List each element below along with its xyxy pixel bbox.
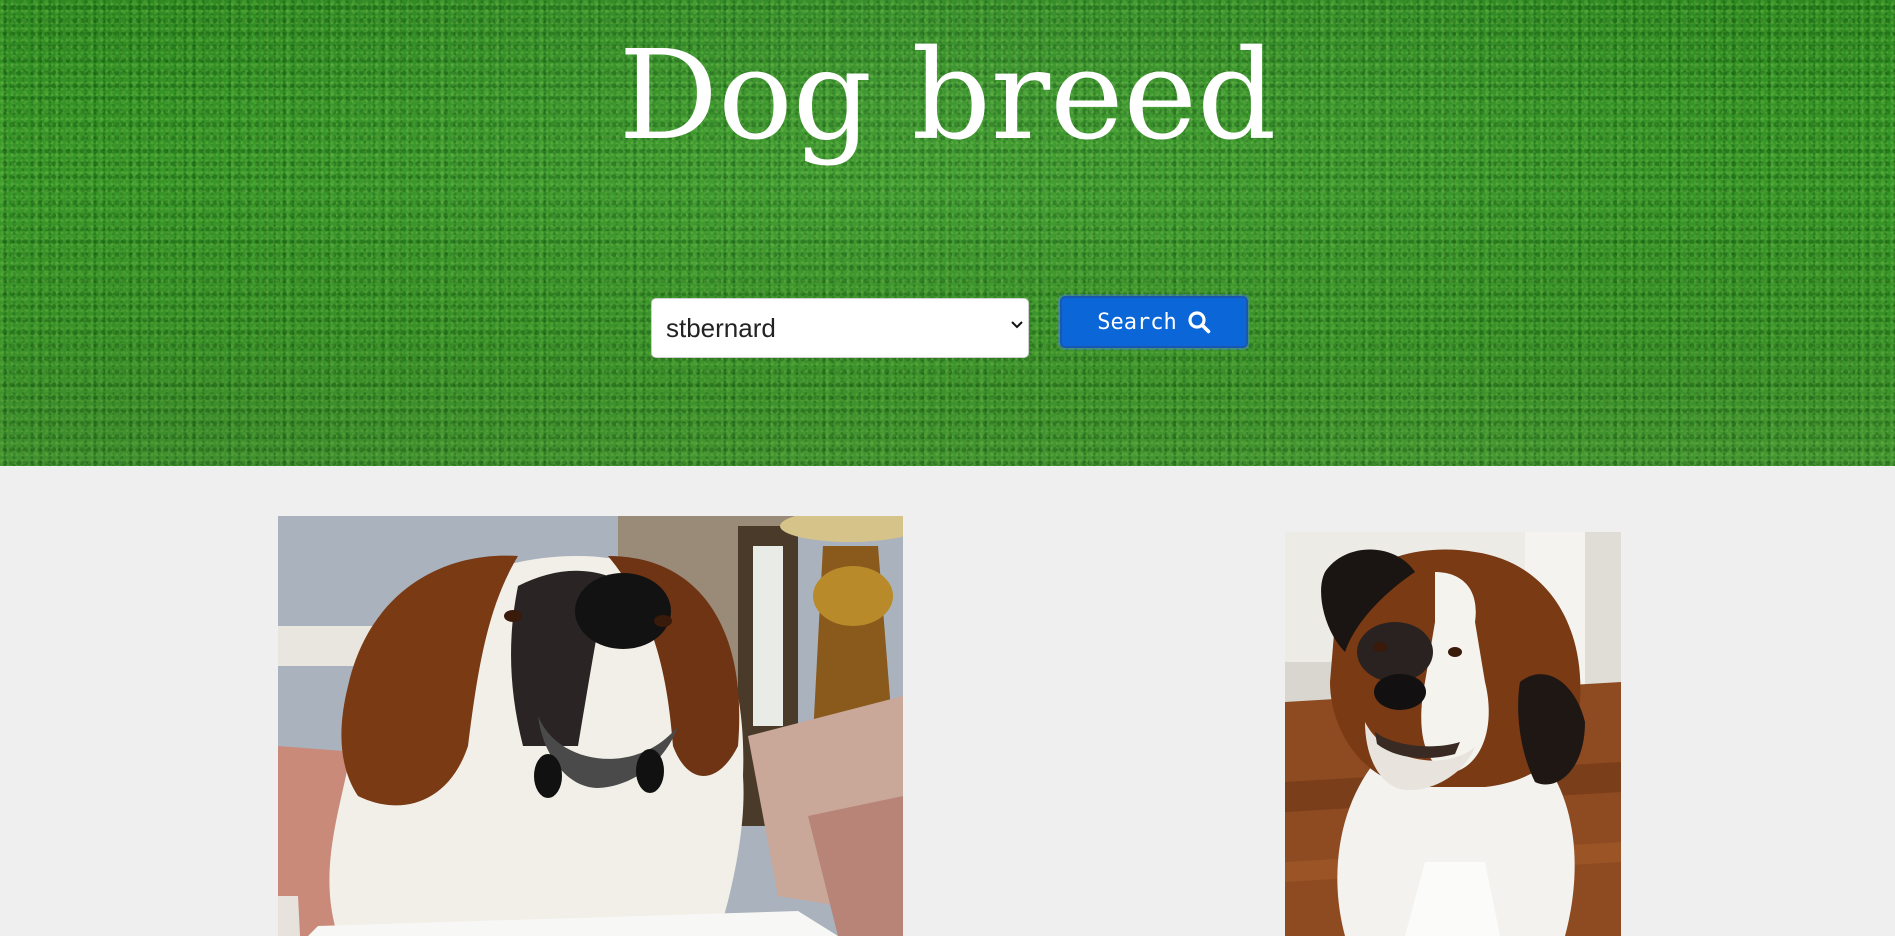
- hero-banner: Dog breed stbernard Search: [0, 0, 1895, 466]
- breed-select[interactable]: stbernard: [651, 298, 1029, 358]
- search-button[interactable]: Search: [1060, 296, 1248, 348]
- dog-photo-image: [1285, 532, 1621, 936]
- dog-photo[interactable]: [278, 516, 903, 936]
- search-button-label: Search: [1097, 309, 1177, 335]
- page-title: Dog breed: [618, 24, 1277, 168]
- dog-photo-image: [278, 516, 903, 936]
- search-icon: [1188, 311, 1211, 334]
- dog-photo[interactable]: [1285, 532, 1621, 936]
- dog-gallery: [0, 466, 1895, 936]
